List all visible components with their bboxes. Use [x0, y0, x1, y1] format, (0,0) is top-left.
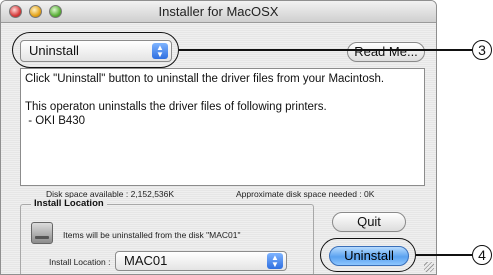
read-me-button[interactable]: Read Me... — [347, 42, 425, 62]
quit-button[interactable]: Quit — [332, 212, 406, 232]
hard-disk-icon — [31, 222, 53, 244]
window-title: Installer for MacOSX — [158, 4, 279, 19]
disk-space-needed: Approximate disk space needed : 0K — [236, 189, 375, 199]
callout-leader-3 — [179, 49, 472, 51]
callout-number-3: 3 — [472, 40, 492, 60]
callout-ring-uninstall — [320, 238, 416, 272]
callout-leader-4 — [416, 254, 472, 256]
info-text-area: Click "Uninstall" button to uninstall th… — [20, 68, 425, 186]
callout-ring-mode-select — [12, 32, 179, 68]
items-uninstall-text: Items will be uninstalled from the disk … — [63, 230, 241, 240]
install-location-label: Install Location : — [49, 257, 111, 267]
callout-number-4: 4 — [472, 245, 492, 265]
title-bar: Installer for MacOSX — [1, 1, 436, 23]
resize-grip[interactable] — [424, 262, 434, 272]
install-location-select[interactable]: MAC01 ▲ ▼ — [115, 251, 287, 271]
info-line-1: Click "Uninstall" button to uninstall th… — [25, 73, 385, 85]
install-location-title: Install Location — [31, 198, 107, 209]
updown-arrows-icon: ▲ ▼ — [267, 253, 283, 269]
info-line-3: - OKI B430 — [25, 115, 86, 127]
info-line-2: This operaton uninstalls the driver file… — [25, 101, 327, 113]
install-location-value: MAC01 — [124, 253, 168, 268]
